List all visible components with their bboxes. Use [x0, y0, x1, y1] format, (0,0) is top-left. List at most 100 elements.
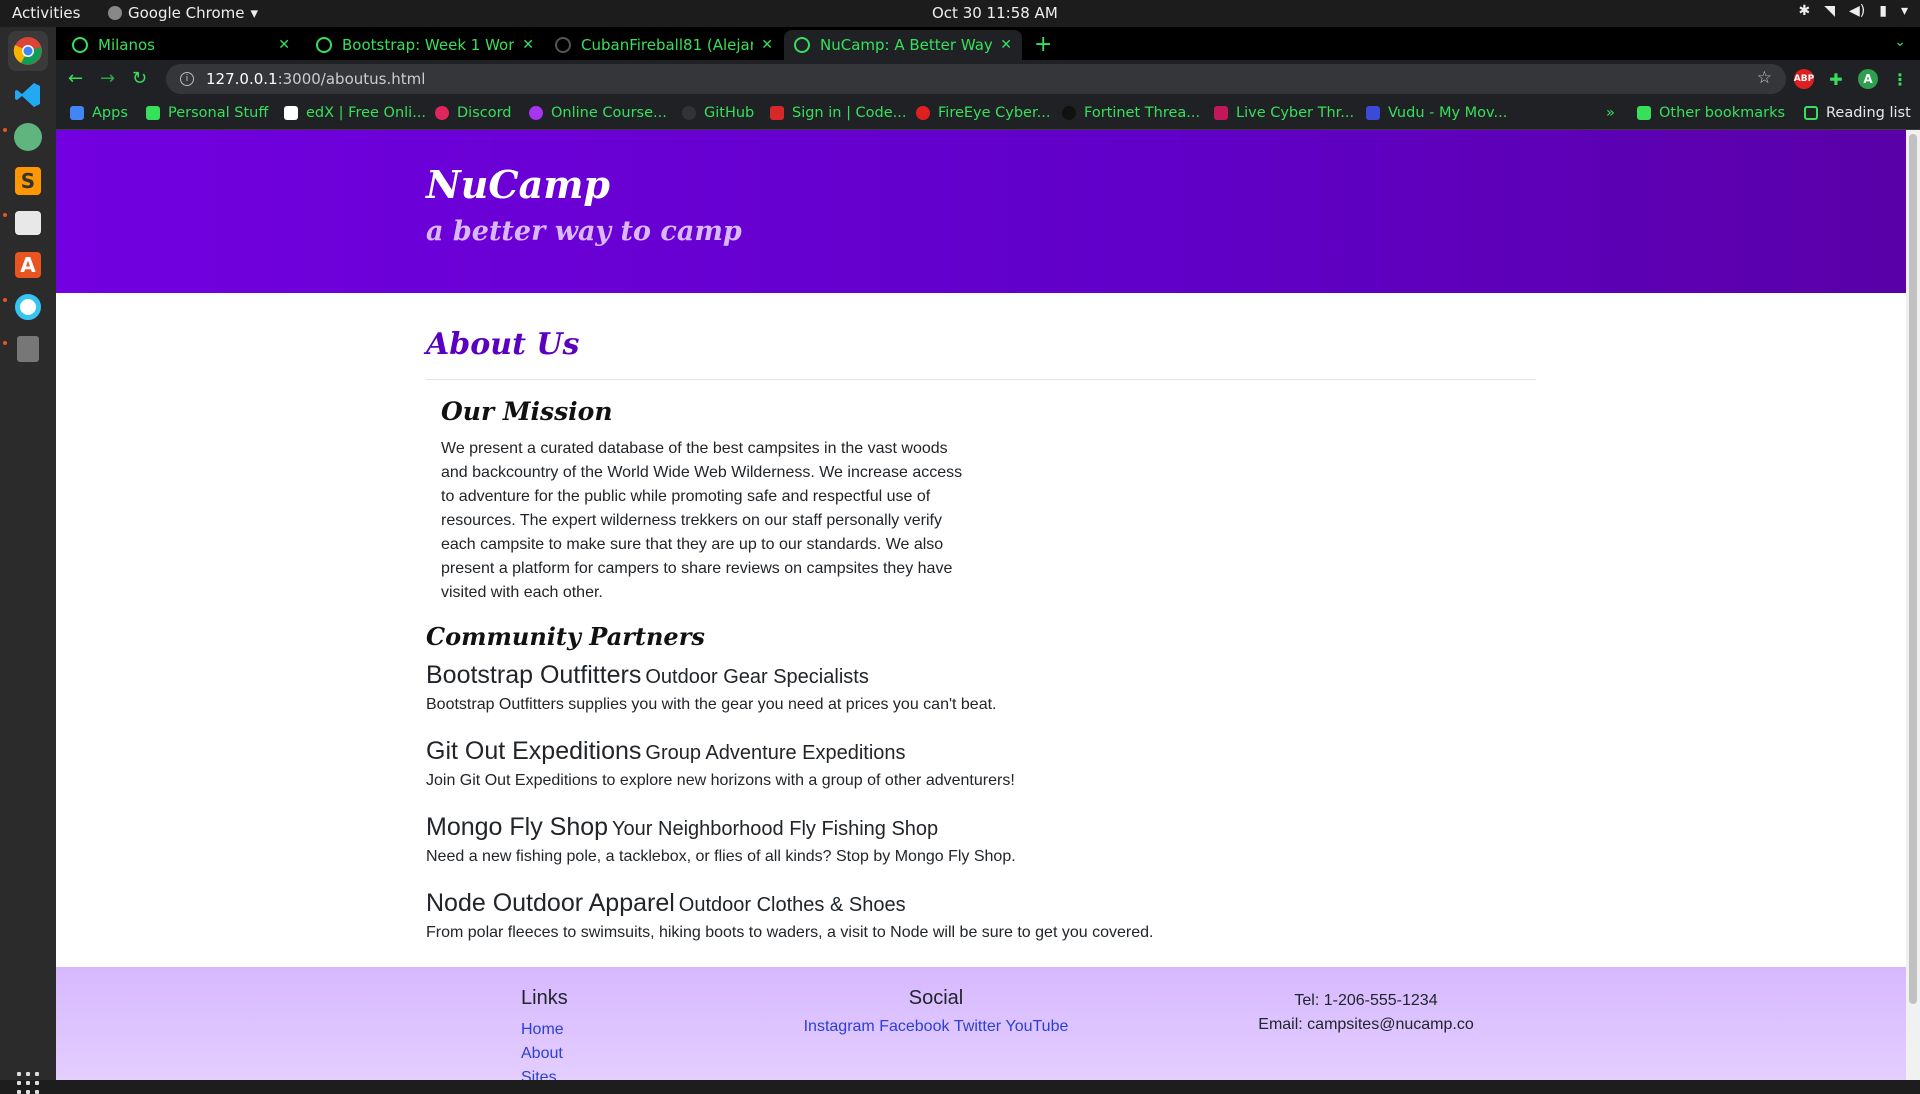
partner-description: From polar fleeces to swimsuits, hiking … — [426, 924, 1154, 941]
partner-name: Mongo Fly Shop — [426, 813, 609, 841]
forward-arrow-icon[interactable]: → — [100, 68, 115, 89]
volume-icon[interactable]: ◀) — [1849, 3, 1865, 19]
github-icon — [682, 106, 696, 120]
page-scrollbar[interactable] — [1906, 130, 1920, 1080]
close-tab-icon[interactable]: ✕ — [1000, 37, 1012, 53]
mission-text: We present a curated database of the bes… — [441, 440, 963, 601]
bookmark-fireeye[interactable]: FireEye Cyber... — [916, 105, 1050, 121]
address-bar[interactable]: i 127.0.0.1 :3000/aboutus.html ☆ — [166, 64, 1786, 94]
bookmark-github[interactable]: GitHub — [682, 105, 754, 121]
reading-list[interactable]: Reading list — [1804, 105, 1911, 121]
back-arrow-icon[interactable]: ← — [68, 68, 83, 89]
contact-phone: Tel: 1-206-555-1234 — [1294, 992, 1438, 1009]
vudu-icon — [1366, 106, 1380, 120]
tab-github[interactable]: CubanFireball81 (Alejand ✕ — [545, 30, 783, 60]
power-menu-icon[interactable]: ▾ — [1901, 3, 1908, 19]
slack-dock-icon[interactable] — [8, 287, 48, 327]
edx-icon — [284, 106, 298, 120]
bookmarks-overflow-button[interactable]: » — [1606, 105, 1615, 121]
profile-avatar[interactable]: A — [1858, 69, 1878, 89]
bookmark-personal-stuff[interactable]: Personal Stuff — [146, 105, 268, 121]
tab-nucamp[interactable]: NuCamp: A Better Way To ✕ — [784, 30, 1022, 60]
chrome-menu-icon[interactable]: ⋮ — [1890, 69, 1910, 89]
other-bookmarks-label: Other bookmarks — [1659, 105, 1786, 121]
bookmark-label: Online Course... — [551, 105, 667, 121]
tab-search-chevron-icon[interactable]: ⌄ — [1894, 34, 1906, 50]
battery-icon[interactable]: ▮ — [1879, 3, 1887, 19]
app-menu[interactable]: Google Chrome ▾ — [108, 4, 258, 22]
usb-drive-dock-icon[interactable] — [8, 329, 48, 369]
bookmark-label: Vudu - My Mov... — [1388, 105, 1508, 121]
system-top-bar: Activities Google Chrome ▾ Oct 30 11:58 … — [0, 0, 1920, 27]
social-link-twitter[interactable]: Twitter — [954, 1018, 1001, 1035]
close-tab-icon[interactable]: ✕ — [278, 37, 290, 53]
bookmark-apps[interactable]: Apps — [70, 105, 128, 121]
partner-subtitle: Group Adventure Expeditions — [645, 742, 906, 764]
caret-down-icon: ▾ — [250, 4, 259, 22]
chrome-dock-icon[interactable] — [8, 31, 48, 71]
site-favicon-icon — [794, 37, 810, 53]
tab-milanos[interactable]: Milanos ✕ — [62, 30, 300, 60]
site-info-icon[interactable]: i — [180, 72, 194, 86]
reload-icon[interactable]: ↻ — [132, 68, 147, 89]
github-favicon-icon — [555, 37, 571, 53]
dock: S A — [0, 27, 56, 1094]
partner-item: Mongo Fly Shop Your Neighborhood Fly Fish… — [426, 813, 1536, 866]
partner-name: Bootstrap Outfitters — [426, 661, 642, 689]
footer-link-home[interactable]: Home — [521, 1018, 568, 1042]
footer-link-about[interactable]: About — [521, 1042, 568, 1066]
folder-icon — [146, 106, 160, 120]
footer-link-sites[interactable]: Sites — [521, 1066, 568, 1080]
social-link-youtube[interactable]: YouTube — [1006, 1018, 1069, 1035]
adblock-extension-icon[interactable]: ABP — [1794, 69, 1814, 89]
system-tray[interactable]: ✱ ◥ ◀) ▮ ▾ — [1799, 3, 1909, 19]
activities-button[interactable]: Activities — [12, 4, 80, 22]
live-cyber-icon — [1214, 106, 1228, 120]
page-viewport: NuCamp a better way to camp About Us Our… — [56, 130, 1906, 1080]
tab-label: CubanFireball81 (Alejand — [581, 36, 754, 54]
tab-label: Bootstrap: Week 1 Works — [342, 36, 515, 54]
bookmark-star-icon[interactable]: ☆ — [1757, 68, 1772, 88]
show-applications-icon[interactable] — [17, 1072, 39, 1094]
bookmark-edx[interactable]: edX | Free Onli... — [284, 105, 426, 121]
new-tab-button[interactable]: + — [1034, 32, 1052, 57]
tab-bootstrap-week1[interactable]: Bootstrap: Week 1 Works ✕ — [306, 30, 544, 60]
extensions-puzzle-icon[interactable]: ✚ — [1826, 69, 1846, 89]
bookmark-fortinet[interactable]: Fortinet Threa... — [1062, 105, 1200, 121]
partner-item: Bootstrap Outfitters Outdoor Gear Special… — [426, 661, 1536, 714]
sublime-dock-icon[interactable]: S — [8, 161, 48, 201]
vscode-dock-icon[interactable] — [8, 75, 48, 115]
bookmark-vudu[interactable]: Vudu - My Mov... — [1366, 105, 1507, 121]
bookmark-discord[interactable]: Discord — [435, 105, 512, 121]
folder-icon — [1637, 106, 1651, 120]
close-tab-icon[interactable]: ✕ — [522, 37, 534, 53]
footer-social: Social Instagram Facebook Twitter YouTub… — [796, 987, 1076, 1036]
social-link-instagram[interactable]: Instagram — [804, 1018, 875, 1035]
bookmark-label: Personal Stuff — [168, 105, 269, 121]
scrollbar-thumb[interactable] — [1909, 134, 1917, 1004]
bookmark-sign-in-code[interactable]: Sign in | Code... — [770, 105, 907, 121]
social-link-facebook[interactable]: Facebook — [879, 1018, 949, 1035]
other-bookmarks[interactable]: Other bookmarks — [1637, 105, 1785, 121]
partner-item: Node Outdoor Apparel Outdoor Clothes & Sh… — [426, 889, 1536, 942]
contact-email: Email: campsites@nucamp.co — [1258, 1016, 1474, 1033]
software-center-dock-icon[interactable]: A — [8, 245, 48, 285]
partner-name: Node Outdoor Apparel — [426, 889, 675, 917]
reading-list-label: Reading list — [1826, 105, 1911, 121]
bookmark-online-courses[interactable]: Online Course... — [529, 105, 667, 121]
partner-description: Need a new fishing pole, a tacklebox, or… — [426, 848, 1016, 865]
files-dock-icon[interactable] — [8, 203, 48, 243]
partner-item: Git Out Expeditions Group Adventure Exped… — [426, 737, 1536, 790]
bookmark-live-cyber[interactable]: Live Cyber Thr... — [1214, 105, 1354, 121]
partner-subtitle: Outdoor Clothes & Shoes — [678, 894, 906, 916]
coursera-favicon-icon — [316, 37, 332, 53]
tab-label: NuCamp: A Better Way To — [820, 36, 993, 54]
clock[interactable]: Oct 30 11:58 AM — [932, 4, 1058, 22]
fireeye-icon — [916, 106, 930, 120]
close-tab-icon[interactable]: ✕ — [761, 37, 773, 53]
wifi-icon[interactable]: ◥ — [1824, 3, 1835, 19]
fortinet-icon — [1062, 106, 1076, 120]
slack-tray-icon[interactable]: ✱ — [1799, 3, 1811, 19]
site-footer: Links Home About Sites Social Instagram … — [56, 967, 1906, 1080]
atom-dock-icon[interactable] — [8, 117, 48, 157]
